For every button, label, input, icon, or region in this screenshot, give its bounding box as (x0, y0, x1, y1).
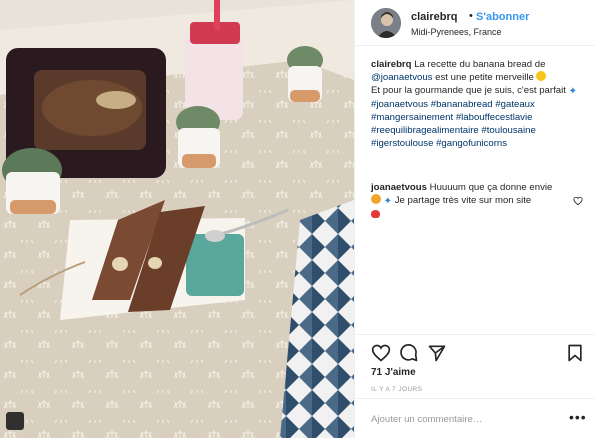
hashtag[interactable]: #mangersainement (371, 112, 453, 123)
comment-icon[interactable] (399, 343, 419, 363)
hashtag[interactable]: #igerstoulouse (371, 138, 433, 149)
succulent-pot-left (2, 148, 62, 214)
bookmark-icon[interactable] (565, 343, 585, 363)
comment-username[interactable]: joanaetvous (371, 182, 427, 193)
carousel-icon (6, 412, 24, 430)
share-icon[interactable] (427, 343, 447, 363)
kiss-emoji-icon (371, 210, 380, 218)
caption-username[interactable]: clairebrq (371, 59, 412, 70)
hashtag[interactable]: #gateaux (495, 99, 534, 110)
follow-button[interactable]: S'abonner (476, 11, 529, 23)
hashtag[interactable]: #joanaetvous (371, 99, 428, 110)
hashtag[interactable]: #toulousaine (481, 125, 535, 136)
heart-icon[interactable] (371, 343, 391, 363)
comment: joanaetvous Huuuum que ça donne envie ✦ … (371, 181, 571, 221)
avatar[interactable] (371, 8, 401, 38)
caption-text: La recette du banana bread de (414, 59, 546, 70)
comment-text-2: Je partage très vite sur mon site (394, 195, 532, 206)
caption-line2: Et pour la gourmande que je suis, c'est … (371, 85, 566, 96)
caption-mention[interactable]: @joanaetvous (371, 72, 432, 83)
hashtag[interactable]: #labouffecestlavie (456, 112, 533, 123)
sparkles-emoji-icon: ✦ (383, 196, 393, 207)
comment-like-heart-icon[interactable] (573, 196, 583, 206)
post-photo-illustration (0, 0, 354, 438)
post-header: clairebrq • S'abonner Midi-Pyrenees, Fra… (355, 0, 595, 46)
likes-count[interactable]: 71 J'aime (371, 367, 416, 378)
add-comment-bar: ••• (355, 398, 595, 438)
comment-text: Huuuum que ça donne envie (429, 182, 553, 193)
sparkles-emoji-icon: ✦ (568, 86, 577, 97)
hashtag[interactable]: #gangofunicorns (436, 138, 507, 149)
post-timestamp[interactable]: IL Y A 7 JOURS (371, 386, 422, 393)
add-comment-input[interactable] (371, 412, 551, 426)
post-photo[interactable] (0, 0, 354, 438)
header-separator: • (469, 10, 473, 22)
hashtag[interactable]: #bananabread (431, 99, 493, 110)
location-link[interactable]: Midi-Pyrenees, France (411, 27, 502, 37)
post-side-panel: clairebrq • S'abonner Midi-Pyrenees, Fra… (354, 0, 595, 438)
hashtag[interactable]: #reequilibragealimentaire (371, 125, 479, 136)
caption: clairebrq La recette du banana bread de … (371, 58, 586, 150)
smile-emoji-icon (536, 71, 547, 81)
avatar-illustration (371, 8, 401, 38)
more-options-icon[interactable]: ••• (569, 409, 587, 425)
heart-eyes-emoji-icon (371, 194, 381, 204)
caption-text-after: est une petite merveille (435, 72, 534, 83)
header-username[interactable]: clairebrq (411, 11, 457, 23)
